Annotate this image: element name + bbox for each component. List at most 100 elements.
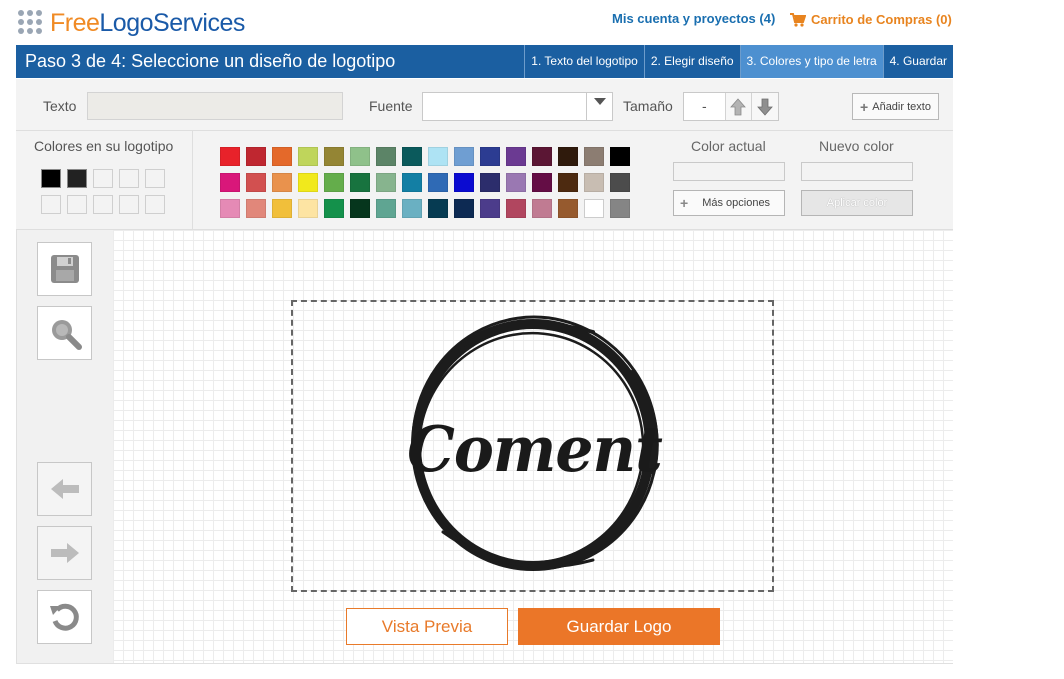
- palette-color-swatch[interactable]: [272, 173, 292, 192]
- arrow-right-icon: [50, 543, 79, 563]
- font-label: Fuente: [369, 98, 413, 114]
- palette-color-swatch[interactable]: [584, 199, 604, 218]
- palette-color-swatch[interactable]: [506, 147, 526, 166]
- palette-color-swatch[interactable]: [376, 173, 396, 192]
- redo-arrow-button[interactable]: [37, 526, 92, 580]
- palette-color-swatch[interactable]: [350, 199, 370, 218]
- palette-color-swatch[interactable]: [220, 147, 240, 166]
- top-header: FreeLogoServices Mis cuenta y proyectos …: [0, 0, 1064, 44]
- size-stepper: -: [683, 92, 779, 121]
- save-tool-button[interactable]: [37, 242, 92, 296]
- palette-color-swatch[interactable]: [610, 147, 630, 166]
- account-projects-link[interactable]: Mis cuenta y proyectos (4): [612, 11, 775, 26]
- palette-color-swatch[interactable]: [532, 199, 552, 218]
- palette-color-swatch[interactable]: [298, 173, 318, 192]
- palette-color-swatch[interactable]: [298, 147, 318, 166]
- palette-color-swatch[interactable]: [506, 173, 526, 192]
- reset-button[interactable]: [37, 590, 92, 644]
- text-input[interactable]: [87, 92, 343, 120]
- zoom-tool-button[interactable]: [37, 306, 92, 360]
- palette-color-swatch[interactable]: [220, 199, 240, 218]
- size-decrease-button[interactable]: [751, 93, 778, 120]
- chevron-down-icon[interactable]: [586, 93, 612, 120]
- logo-color-swatch[interactable]: [67, 169, 87, 188]
- palette-color-swatch[interactable]: [558, 147, 578, 166]
- logo-bounding-box[interactable]: Coment: [291, 300, 774, 592]
- palette-color-swatch[interactable]: [402, 199, 422, 218]
- colors-panel: Colores en su logotipo Color actual Nuev…: [16, 131, 953, 230]
- palette-color-swatch[interactable]: [428, 147, 448, 166]
- new-color-box[interactable]: [801, 162, 913, 181]
- preview-button[interactable]: Vista Previa: [346, 608, 508, 645]
- arrow-down-icon: [757, 98, 774, 116]
- palette-color-swatch[interactable]: [584, 173, 604, 192]
- design-canvas[interactable]: Coment Vista Previa Guardar Logo: [113, 230, 953, 663]
- palette-color-swatch[interactable]: [246, 173, 266, 192]
- logo-editor: Coment Vista Previa Guardar Logo: [16, 230, 953, 664]
- logo-text[interactable]: Coment: [293, 413, 776, 487]
- palette-color-swatch[interactable]: [324, 147, 344, 166]
- palette-color-swatch[interactable]: [220, 173, 240, 192]
- plus-icon: +: [860, 98, 869, 115]
- logo-colors-title: Colores en su logotipo: [34, 138, 174, 154]
- palette-color-swatch[interactable]: [428, 199, 448, 218]
- logo-color-swatch[interactable]: [67, 195, 87, 214]
- logo-color-swatch[interactable]: [93, 169, 113, 188]
- palette-color-swatch[interactable]: [402, 173, 422, 192]
- palette-color-swatch[interactable]: [272, 147, 292, 166]
- size-increase-button[interactable]: [724, 93, 752, 120]
- logo-color-swatch[interactable]: [119, 169, 139, 188]
- step-tab-text[interactable]: 1. Texto del logotipo: [524, 45, 644, 78]
- palette-color-swatch[interactable]: [610, 199, 630, 218]
- add-text-label: Añadir texto: [872, 100, 931, 113]
- palette-color-swatch[interactable]: [376, 199, 396, 218]
- logo-color-swatch[interactable]: [145, 195, 165, 214]
- palette-color-swatch[interactable]: [402, 147, 422, 166]
- palette-color-swatch[interactable]: [246, 147, 266, 166]
- palette-color-swatch[interactable]: [454, 199, 474, 218]
- text-label: Texto: [43, 98, 77, 114]
- brand-name: FreeLogoServices: [50, 8, 245, 37]
- undo-arrow-button[interactable]: [37, 462, 92, 516]
- step-tab-colors[interactable]: 3. Colores y tipo de letra: [739, 45, 883, 78]
- palette-color-swatch[interactable]: [376, 147, 396, 166]
- logo-color-swatch[interactable]: [93, 195, 113, 214]
- add-text-button[interactable]: + Añadir texto: [852, 93, 939, 120]
- palette-color-swatch[interactable]: [246, 199, 266, 218]
- more-options-button[interactable]: + Más opciones: [673, 190, 785, 216]
- palette-color-swatch[interactable]: [558, 173, 578, 192]
- palette-color-swatch[interactable]: [558, 199, 578, 218]
- step-tab-save[interactable]: 4. Guardar: [882, 45, 953, 78]
- palette-color-swatch[interactable]: [532, 147, 552, 166]
- palette-color-swatch[interactable]: [480, 147, 500, 166]
- shopping-cart-link[interactable]: Carrito de Compras (0): [790, 12, 952, 27]
- step-tab-design[interactable]: 2. Elegir diseño: [643, 45, 740, 78]
- side-toolbar: [17, 230, 113, 663]
- palette-color-swatch[interactable]: [350, 147, 370, 166]
- font-select[interactable]: [422, 92, 613, 121]
- logo-color-swatch[interactable]: [119, 195, 139, 214]
- palette-color-swatch[interactable]: [454, 147, 474, 166]
- palette-color-swatch[interactable]: [454, 173, 474, 192]
- palette-color-swatch[interactable]: [428, 173, 448, 192]
- palette-color-swatch[interactable]: [324, 199, 344, 218]
- arrow-left-icon: [50, 479, 79, 499]
- brand-logo[interactable]: FreeLogoServices: [18, 8, 245, 38]
- palette-color-swatch[interactable]: [506, 199, 526, 218]
- palette-color-swatch[interactable]: [532, 173, 552, 192]
- logo-color-swatch[interactable]: [145, 169, 165, 188]
- magnifier-icon: [51, 320, 82, 350]
- palette-color-swatch[interactable]: [298, 199, 318, 218]
- palette-color-swatch[interactable]: [324, 173, 344, 192]
- palette-color-swatch[interactable]: [480, 173, 500, 192]
- palette-color-swatch[interactable]: [584, 147, 604, 166]
- logo-color-swatch[interactable]: [41, 169, 61, 188]
- logo-color-swatch[interactable]: [41, 195, 61, 214]
- palette-color-swatch[interactable]: [272, 199, 292, 218]
- apply-color-button[interactable]: Aplicar color: [801, 190, 913, 216]
- palette-color-swatch[interactable]: [350, 173, 370, 192]
- palette-color-swatch[interactable]: [480, 199, 500, 218]
- palette-color-swatch[interactable]: [610, 173, 630, 192]
- new-color-label: Nuevo color: [819, 138, 894, 154]
- save-logo-button[interactable]: Guardar Logo: [518, 608, 720, 645]
